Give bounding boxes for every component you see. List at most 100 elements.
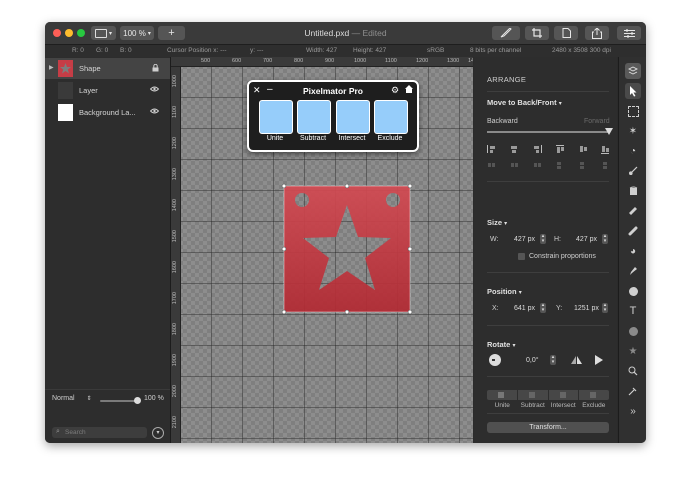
intersect-icon[interactable] <box>549 390 580 400</box>
x-field[interactable]: 641 px <box>514 305 535 312</box>
selection-handle[interactable] <box>281 309 287 315</box>
flip-horizontal-icon[interactable] <box>570 355 583 367</box>
green-value: G: 0 <box>96 47 109 54</box>
unite-button[interactable] <box>259 100 293 134</box>
select-icon[interactable] <box>625 83 641 99</box>
lock-icon[interactable] <box>152 63 159 74</box>
selection-handle[interactable] <box>344 183 350 189</box>
effects-icon[interactable]: ★ <box>625 343 641 359</box>
position-header: Position <box>487 287 517 296</box>
selection-handle[interactable] <box>407 183 413 189</box>
flip-vertical-icon[interactable] <box>594 354 604 368</box>
selection-handle[interactable] <box>281 183 287 189</box>
opacity-slider[interactable] <box>100 397 141 404</box>
y-label: Y: <box>556 305 563 312</box>
distribute-middle-icon[interactable] <box>578 161 587 169</box>
adjustments-button[interactable] <box>617 26 641 40</box>
style-tool-button[interactable] <box>492 26 520 40</box>
eye-icon[interactable] <box>149 86 160 94</box>
layer-row-background[interactable]: Background La... <box>45 102 170 123</box>
align-left-icon[interactable] <box>487 145 496 153</box>
position-section-toggle[interactable]: Position ▾ <box>487 287 522 296</box>
shape-icon[interactable] <box>625 283 641 299</box>
crop-button[interactable] <box>525 26 549 40</box>
magic-wand-icon[interactable]: ✶ <box>625 123 641 139</box>
eyedropper-icon[interactable] <box>625 383 641 399</box>
blur-icon[interactable] <box>625 323 641 339</box>
distribute-right-icon[interactable] <box>532 161 541 169</box>
distribute-bottom-icon[interactable] <box>600 161 609 169</box>
arrange-slider-knob[interactable] <box>605 128 613 135</box>
brush-icon[interactable] <box>625 163 641 179</box>
arrange-slider[interactable] <box>487 128 613 135</box>
move-to-dropdown[interactable]: Move to Back/Front ▾ <box>487 98 562 107</box>
x-stepper[interactable]: ▴ ▾ <box>540 303 546 313</box>
home-icon[interactable] <box>405 85 413 95</box>
horizontal-ruler: 500 600 700 800 900 1000 1100 1200 1300 … <box>171 57 473 67</box>
ruler-label: 1000 <box>172 75 178 88</box>
arrange-icon[interactable] <box>625 63 641 79</box>
height-info: Height: 427 <box>353 47 387 54</box>
opacity-knob[interactable] <box>134 397 141 404</box>
align-right-icon[interactable] <box>532 145 542 153</box>
unite-icon[interactable] <box>487 390 518 400</box>
height-field[interactable]: 427 px <box>576 236 597 243</box>
rotate-dial[interactable] <box>489 354 501 366</box>
distribute-left-icon[interactable] <box>487 161 495 169</box>
ruler-label: 1200 <box>416 58 429 64</box>
rotate-field[interactable]: 0,0° <box>526 357 539 364</box>
disclosure-triangle-icon[interactable]: ▶ <box>49 64 54 71</box>
selection-handle[interactable] <box>344 309 350 315</box>
eraser-icon[interactable] <box>625 203 641 219</box>
zoom-icon[interactable] <box>625 363 641 379</box>
selection-handle[interactable] <box>407 309 413 315</box>
subtract-button[interactable] <box>297 100 331 134</box>
gear-icon[interactable]: ⚙ <box>391 85 399 96</box>
selection-handle[interactable] <box>281 246 287 252</box>
rotate-section-toggle[interactable]: Rotate ▾ <box>487 340 515 349</box>
align-top-icon[interactable] <box>556 145 565 154</box>
filter-button[interactable]: ▾ <box>152 427 164 439</box>
marquee-icon[interactable] <box>625 103 641 119</box>
exclude-button[interactable] <box>374 100 408 134</box>
selection-handle[interactable] <box>407 246 413 252</box>
y-field[interactable]: 1251 px <box>574 305 599 312</box>
constrain-checkbox[interactable] <box>518 253 525 260</box>
align-middle-icon[interactable] <box>578 145 587 153</box>
width-field[interactable]: 427 px <box>514 236 535 243</box>
search-field[interactable]: ⌕ Search <box>52 427 147 438</box>
eye-icon[interactable] <box>149 108 160 116</box>
y-stepper[interactable]: ▴ ▾ <box>602 303 608 313</box>
blend-mode-select[interactable]: Normal ⇕ <box>52 395 92 402</box>
align-bottom-icon[interactable] <box>600 145 609 154</box>
align-center-icon[interactable] <box>510 145 519 153</box>
layer-name: Layer <box>79 86 98 95</box>
more-tools-icon[interactable]: » <box>625 403 641 419</box>
selected-shape[interactable] <box>281 183 413 315</box>
layer-row-shape[interactable]: ▶ Shape <box>45 58 170 79</box>
pen-tool-icon[interactable] <box>625 263 641 279</box>
color-picker-icon[interactable]: ◔ <box>625 143 641 159</box>
boolean-ops-labels: Unite Subtract Intersect Exclude <box>487 402 609 409</box>
distribute-center-icon[interactable] <box>509 161 518 169</box>
size-section-toggle[interactable]: Size ▾ <box>487 218 507 227</box>
exclude-icon[interactable] <box>579 390 609 400</box>
width-stepper[interactable]: ▴ ▾ <box>540 234 546 244</box>
bucket-icon[interactable] <box>625 183 641 199</box>
pen-icon <box>500 28 512 38</box>
intersect-button[interactable] <box>336 100 370 134</box>
exclude-label: Exclude <box>582 402 606 409</box>
transform-button[interactable]: Transform... <box>487 422 609 433</box>
layer-row-layer[interactable]: Layer <box>45 80 170 101</box>
info-bar: R: 0 G: 0 B: 0 Cursor Position x: --- y:… <box>45 45 646 57</box>
rotate-stepper[interactable]: ▴ ▾ <box>550 355 556 365</box>
distribute-top-icon[interactable] <box>555 161 564 169</box>
ruler-label: 2000 <box>172 385 178 398</box>
share-button[interactable] <box>585 26 609 40</box>
repair-icon[interactable] <box>625 223 641 239</box>
height-stepper[interactable]: ▴ ▾ <box>602 234 608 244</box>
type-icon[interactable]: T <box>625 303 641 319</box>
subtract-icon[interactable] <box>518 390 549 400</box>
document-button[interactable] <box>554 26 578 40</box>
clone-icon[interactable]: ◕ <box>625 243 641 259</box>
